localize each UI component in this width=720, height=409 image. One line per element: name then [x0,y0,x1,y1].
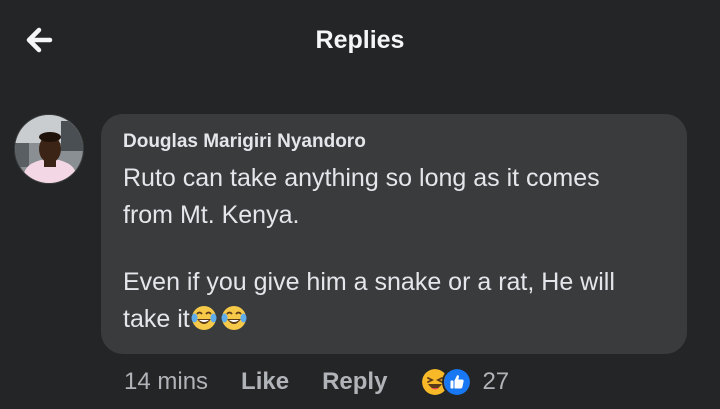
reaction-count: 27 [482,368,510,395]
comment-actions: 14 mins Like Reply 27 [124,364,509,400]
comment-line-last: take it [123,301,663,338]
comment-timestamp: 14 mins [124,368,209,395]
reply-button[interactable]: Reply [322,368,387,396]
tears-of-joy-emoji-icon [221,306,247,330]
like-button[interactable]: Like [241,368,289,396]
comment-author[interactable]: Douglas Marigiri Nyandoro [123,130,663,154]
comment-line: Ruto can take anything so long as it com… [123,164,600,192]
reaction-summary[interactable]: 27 [420,367,509,397]
app-header: Replies [0,0,720,84]
profile-photo [15,115,83,183]
page-title: Replies [315,26,405,54]
comment-line: Even if you give him a snake or a rat, H… [123,268,615,296]
comment-line: from Mt. Kenya. [123,201,300,229]
comment-line-text: take it [123,305,190,333]
like-reaction-icon [442,367,473,397]
avatar[interactable] [14,114,84,184]
comment-bubble: Douglas Marigiri Nyandoro Ruto can take … [101,114,687,354]
comment-text: Ruto can take anything so long as it com… [123,160,663,338]
tears-of-joy-emoji-icon [191,306,217,330]
